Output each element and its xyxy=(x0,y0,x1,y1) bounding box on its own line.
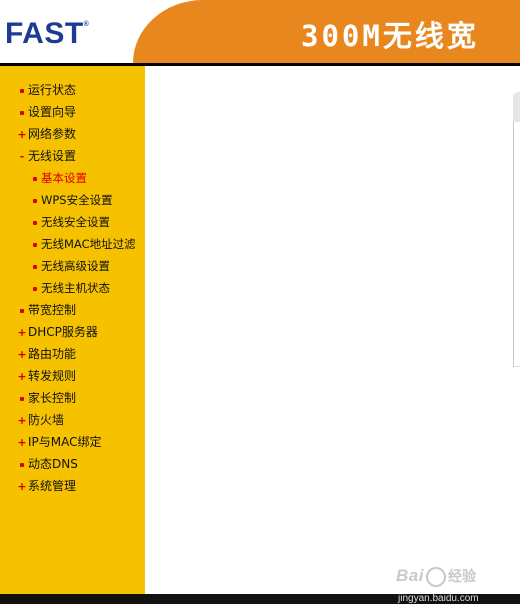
nav-label: IP与MAC绑定 xyxy=(28,435,102,449)
expand-plus-icon: + xyxy=(17,480,27,493)
nav-label: 运行状态 xyxy=(28,83,77,97)
nav-subitem-advanced[interactable]: 无线高级设置 xyxy=(29,257,110,275)
content-frame xyxy=(145,66,520,594)
expand-plus-icon: + xyxy=(17,326,27,339)
nav-item-system[interactable]: +系统管理 xyxy=(16,477,76,495)
nav-item-wizard[interactable]: 设置向导 xyxy=(16,103,76,121)
expand-plus-icon: + xyxy=(17,128,27,141)
nav-subitem-wps[interactable]: WPS安全设置 xyxy=(29,191,113,209)
nav-item-ip-mac[interactable]: +IP与MAC绑定 xyxy=(16,433,102,451)
bullet-icon xyxy=(16,82,28,100)
nav-label: 带宽控制 xyxy=(28,303,77,317)
fast-logo: FAST® xyxy=(5,17,89,51)
bullet-icon xyxy=(29,236,41,254)
nav-subitem-basic[interactable]: 基本设置 xyxy=(29,169,87,187)
registered-mark: ® xyxy=(83,21,90,28)
nav-subitem-hosts[interactable]: 无线主机状态 xyxy=(29,279,110,297)
watermark-logo: Bai xyxy=(396,566,424,585)
nav-label: 基本设置 xyxy=(41,171,87,185)
nav-item-network[interactable]: +网络参数 xyxy=(16,125,76,143)
nav-label: DHCP服务器 xyxy=(28,325,98,339)
footer-strip xyxy=(0,604,520,616)
nav-label: 路由功能 xyxy=(28,347,77,361)
bullet-icon xyxy=(16,302,28,320)
expand-plus-icon: + xyxy=(17,348,27,361)
nav-item-parental[interactable]: 家长控制 xyxy=(16,389,76,407)
nav-label: 无线高级设置 xyxy=(41,259,110,273)
expand-plus-icon: + xyxy=(17,414,27,427)
content-panel-header-edge xyxy=(513,92,520,122)
sidebar-nav: 运行状态 设置向导 +网络参数 - 无线设置 基本设置 WPS安全设置 无线安全设… xyxy=(0,66,145,594)
nav-label: 转发规则 xyxy=(28,369,77,383)
bullet-icon xyxy=(16,104,28,122)
bullet-icon xyxy=(29,214,41,232)
paw-icon xyxy=(425,566,446,587)
nav-item-status[interactable]: 运行状态 xyxy=(16,81,76,99)
nav-label: 防火墙 xyxy=(28,413,65,427)
nav-label: 动态DNS xyxy=(28,457,78,471)
bullet-icon xyxy=(29,170,41,188)
brand-name: FAST xyxy=(5,17,84,50)
bullet-icon xyxy=(16,390,28,408)
product-title: 300M无线宽 xyxy=(301,19,479,53)
nav-label: 无线MAC地址过滤 xyxy=(41,237,136,251)
nav-item-forwarding[interactable]: +转发规则 xyxy=(16,367,76,385)
watermark: Bai 经验 xyxy=(396,566,476,587)
nav-subitem-mac-filter[interactable]: 无线MAC地址过滤 xyxy=(29,235,136,253)
nav-item-dhcp[interactable]: +DHCP服务器 xyxy=(16,323,98,341)
collapse-minus-icon: - xyxy=(19,150,25,163)
nav-label: WPS安全设置 xyxy=(41,193,113,207)
nav-item-routing[interactable]: +路由功能 xyxy=(16,345,76,363)
bullet-icon xyxy=(29,280,41,298)
nav-item-bandwidth[interactable]: 带宽控制 xyxy=(16,301,76,319)
watermark-suffix: 经验 xyxy=(447,568,476,584)
nav-label: 无线安全设置 xyxy=(41,215,110,229)
nav-item-ddns[interactable]: 动态DNS xyxy=(16,455,78,473)
expand-plus-icon: + xyxy=(17,436,27,449)
nav-item-firewall[interactable]: +防火墙 xyxy=(16,411,64,429)
nav-label: 家长控制 xyxy=(28,391,77,405)
bullet-icon xyxy=(16,456,28,474)
nav-label: 设置向导 xyxy=(28,105,77,119)
content-panel-edge xyxy=(513,92,520,367)
nav-subitem-security[interactable]: 无线安全设置 xyxy=(29,213,110,231)
nav-label: 网络参数 xyxy=(28,127,77,141)
expand-plus-icon: + xyxy=(17,370,27,383)
bullet-icon xyxy=(29,258,41,276)
watermark-url: jingyan.baidu.com xyxy=(398,593,479,604)
nav-label: 无线主机状态 xyxy=(41,281,110,295)
nav-item-wireless[interactable]: - 无线设置 xyxy=(16,147,76,165)
nav-label: 无线设置 xyxy=(28,149,77,163)
bullet-icon xyxy=(29,192,41,210)
nav-label: 系统管理 xyxy=(28,479,77,493)
header: FAST® 300M无线宽 xyxy=(0,0,520,63)
